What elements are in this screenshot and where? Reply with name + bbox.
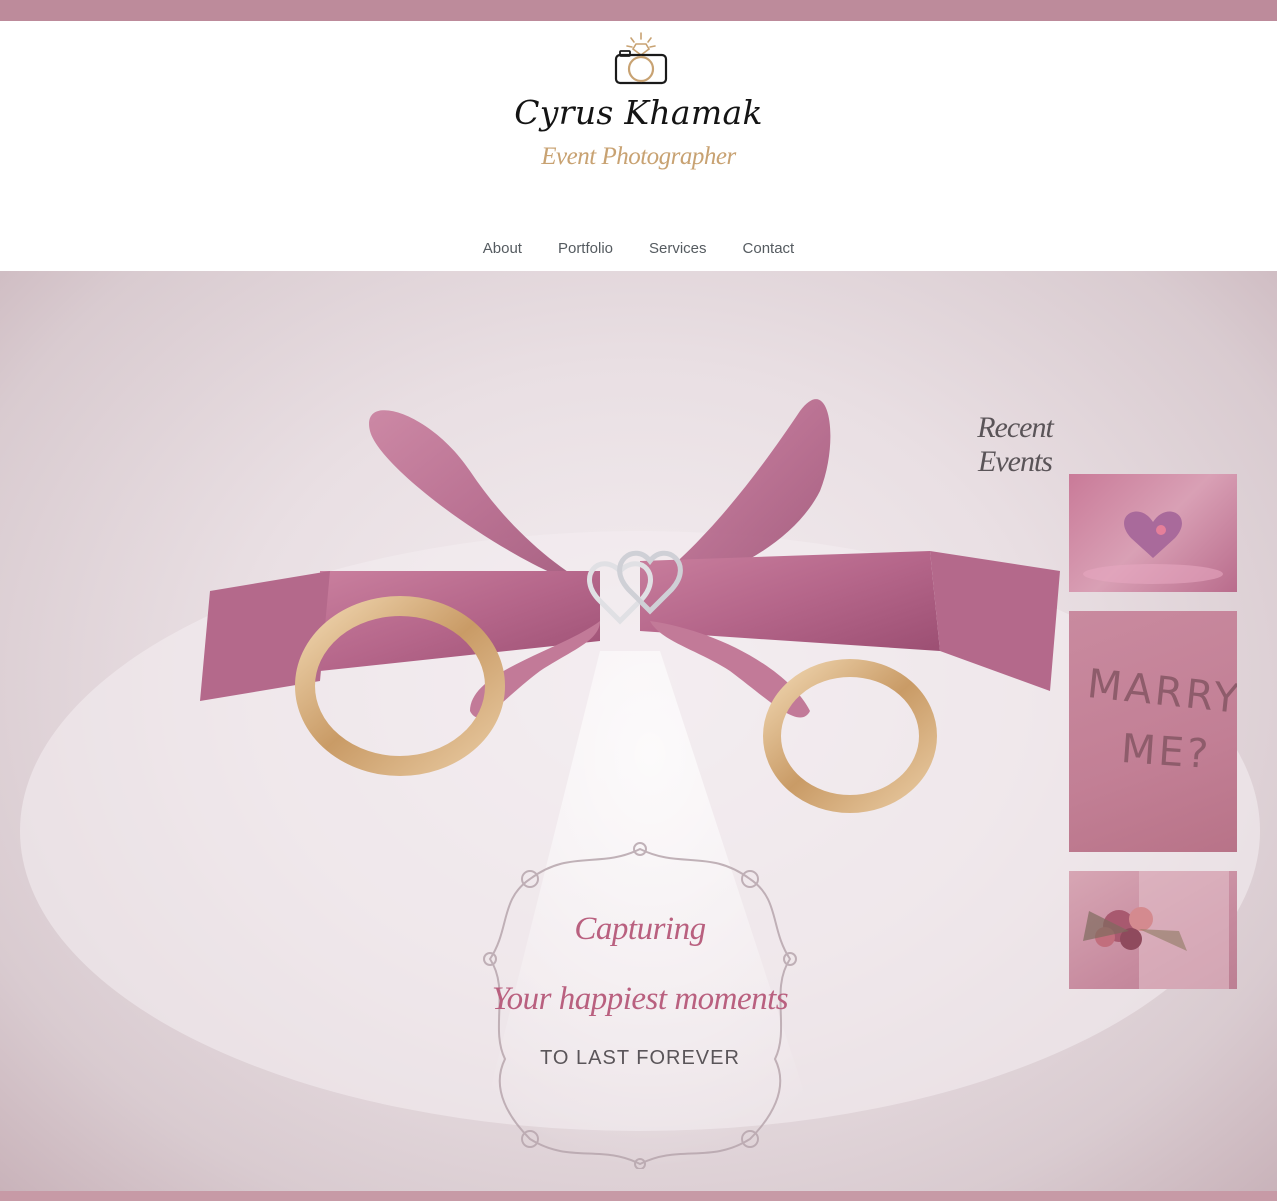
- bottom-accent-bar: [0, 1191, 1277, 1201]
- brand-tagline: Event Photographer: [541, 143, 736, 170]
- nav-item-contact[interactable]: Contact: [743, 240, 795, 257]
- heart-ring-icon: [1083, 511, 1223, 584]
- recent-event-thumbnail[interactable]: MARRY ME?: [1069, 611, 1237, 852]
- brand-name: Cyrus Khamak: [514, 93, 763, 132]
- recent-event-thumbnail[interactable]: [1069, 871, 1237, 989]
- hero-caption-capturing: Capturing: [574, 911, 706, 947]
- nav-item-portfolio[interactable]: Portfolio: [558, 240, 613, 257]
- nav-item-services[interactable]: Services: [649, 240, 707, 257]
- top-accent-bar: [0, 0, 1277, 21]
- hero-section: Recent Events MARRY ME? Capturing Your h…: [0, 271, 1277, 1191]
- marry-text: MARRY: [1085, 661, 1237, 723]
- me-text: ME?: [1119, 725, 1213, 779]
- bouquet-icon: [1083, 871, 1229, 989]
- main-nav: About Portfolio Services Contact: [0, 240, 1277, 257]
- nav-item-about[interactable]: About: [483, 240, 522, 257]
- site-header: Cyrus Khamak Event Photographer About Po…: [0, 21, 1277, 271]
- hero-caption-happiest-moments: Your happiest moments: [491, 981, 789, 1017]
- hero-caption-last-forever: TO LAST FOREVER: [540, 1047, 740, 1069]
- camera-ring-icon: [614, 32, 668, 85]
- recent-event-thumbnail[interactable]: [1069, 474, 1237, 592]
- recent-events-title: Recent Events: [977, 411, 1054, 478]
